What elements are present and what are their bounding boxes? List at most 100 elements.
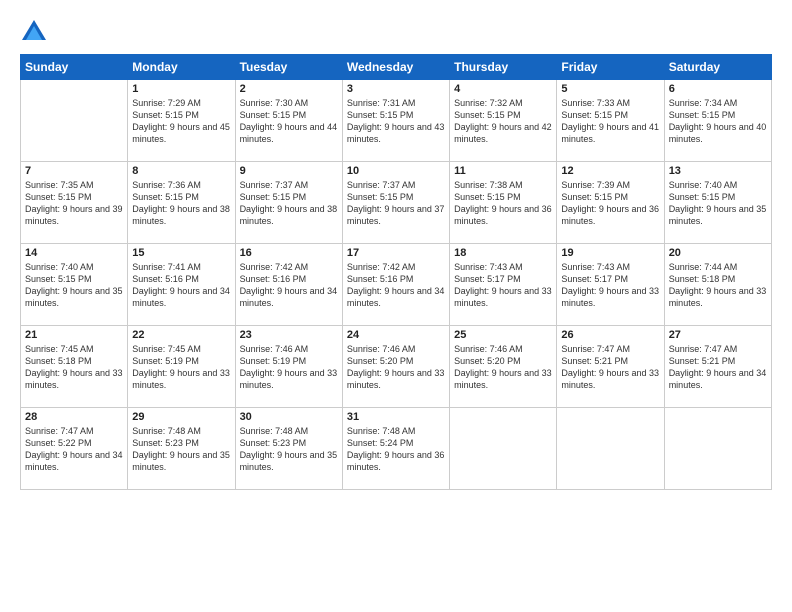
calendar-cell: 22Sunrise: 7:45 AM Sunset: 5:19 PM Dayli… (128, 326, 235, 408)
day-number: 30 (240, 411, 338, 423)
week-row-0: 1 Sunrise: 7:29 AM Sunset: 5:15 PM Daylig… (21, 80, 772, 162)
cell-info: Sunrise: 7:37 AM Sunset: 5:15 PM Dayligh… (240, 179, 338, 228)
calendar-cell: 12 Sunrise: 7:39 AM Sunset: 5:15 PM Dayli… (557, 162, 664, 244)
calendar-cell: 27 Sunrise: 7:47 AM Sunset: 5:21 PM Dayli… (664, 326, 771, 408)
calendar-cell: 28 Sunrise: 7:47 AM Sunset: 5:22 PM Dayli… (21, 408, 128, 490)
cell-info: Sunrise: 7:42 AM Sunset: 5:16 PM Dayligh… (347, 261, 445, 310)
calendar-cell: 17 Sunrise: 7:42 AM Sunset: 5:16 PM Dayli… (342, 244, 449, 326)
cell-info: Sunrise: 7:43 AM Sunset: 5:17 PM Dayligh… (561, 261, 659, 310)
day-number: 26 (561, 329, 659, 341)
day-header-friday: Friday (557, 55, 664, 80)
day-number: 7 (25, 165, 123, 177)
cell-info: Sunrise: 7:48 AM Sunset: 5:23 PM Dayligh… (132, 425, 230, 474)
day-number: 12 (561, 165, 659, 177)
calendar-cell: 8 Sunrise: 7:36 AM Sunset: 5:15 PM Daylig… (128, 162, 235, 244)
day-number: 13 (669, 165, 767, 177)
week-row-2: 14 Sunrise: 7:40 AM Sunset: 5:15 PM Dayli… (21, 244, 772, 326)
cell-info: Sunrise: 7:38 AM Sunset: 5:15 PM Dayligh… (454, 179, 552, 228)
calendar-cell: 19 Sunrise: 7:43 AM Sunset: 5:17 PM Dayli… (557, 244, 664, 326)
day-number: 19 (561, 247, 659, 259)
calendar-cell (664, 408, 771, 490)
calendar-header-row: SundayMondayTuesdayWednesdayThursdayFrid… (21, 55, 772, 80)
cell-info: Sunrise: 7:42 AM Sunset: 5:16 PM Dayligh… (240, 261, 338, 310)
day-number: 15 (132, 247, 230, 259)
day-number: 28 (25, 411, 123, 423)
cell-info: Sunrise: 7:46 AM Sunset: 5:20 PM Dayligh… (454, 343, 552, 392)
cell-info: Sunrise: 7:48 AM Sunset: 5:24 PM Dayligh… (347, 425, 445, 474)
day-number: 18 (454, 247, 552, 259)
cell-info: Sunrise: 7:30 AM Sunset: 5:15 PM Dayligh… (240, 97, 338, 146)
cell-info: Sunrise: 7:43 AM Sunset: 5:17 PM Dayligh… (454, 261, 552, 310)
cell-info: Sunrise: 7:47 AM Sunset: 5:21 PM Dayligh… (669, 343, 767, 392)
day-number: 4 (454, 83, 552, 95)
day-number: 17 (347, 247, 445, 259)
day-number: 11 (454, 165, 552, 177)
cell-info: Sunrise: 7:45 AM Sunset: 5:18 PM Dayligh… (25, 343, 123, 392)
day-number: 2 (240, 83, 338, 95)
day-number: 16 (240, 247, 338, 259)
day-number: 31 (347, 411, 445, 423)
week-row-4: 28 Sunrise: 7:47 AM Sunset: 5:22 PM Dayli… (21, 408, 772, 490)
day-header-sunday: Sunday (21, 55, 128, 80)
calendar-cell (557, 408, 664, 490)
calendar-cell: 25Sunrise: 7:46 AM Sunset: 5:20 PM Dayli… (450, 326, 557, 408)
cell-info: Sunrise: 7:40 AM Sunset: 5:15 PM Dayligh… (669, 179, 767, 228)
calendar-cell: 26Sunrise: 7:47 AM Sunset: 5:21 PM Dayli… (557, 326, 664, 408)
cell-info: Sunrise: 7:44 AM Sunset: 5:18 PM Dayligh… (669, 261, 767, 310)
day-header-wednesday: Wednesday (342, 55, 449, 80)
logo (20, 18, 52, 46)
day-number: 5 (561, 83, 659, 95)
day-number: 20 (669, 247, 767, 259)
day-number: 10 (347, 165, 445, 177)
cell-info: Sunrise: 7:29 AM Sunset: 5:15 PM Dayligh… (132, 97, 230, 146)
day-header-tuesday: Tuesday (235, 55, 342, 80)
calendar-cell: 2 Sunrise: 7:30 AM Sunset: 5:15 PM Daylig… (235, 80, 342, 162)
day-number: 1 (132, 83, 230, 95)
cell-info: Sunrise: 7:39 AM Sunset: 5:15 PM Dayligh… (561, 179, 659, 228)
cell-info: Sunrise: 7:41 AM Sunset: 5:16 PM Dayligh… (132, 261, 230, 310)
day-number: 3 (347, 83, 445, 95)
cell-info: Sunrise: 7:35 AM Sunset: 5:15 PM Dayligh… (25, 179, 123, 228)
day-header-thursday: Thursday (450, 55, 557, 80)
week-row-3: 21 Sunrise: 7:45 AM Sunset: 5:18 PM Dayli… (21, 326, 772, 408)
calendar-cell (450, 408, 557, 490)
calendar-cell: 10 Sunrise: 7:37 AM Sunset: 5:15 PM Dayli… (342, 162, 449, 244)
cell-info: Sunrise: 7:34 AM Sunset: 5:15 PM Dayligh… (669, 97, 767, 146)
page: SundayMondayTuesdayWednesdayThursdayFrid… (0, 0, 792, 612)
calendar-cell: 31 Sunrise: 7:48 AM Sunset: 5:24 PM Dayli… (342, 408, 449, 490)
day-number: 9 (240, 165, 338, 177)
calendar-cell: 7 Sunrise: 7:35 AM Sunset: 5:15 PM Daylig… (21, 162, 128, 244)
day-number: 22 (132, 329, 230, 341)
logo-icon (20, 18, 48, 46)
header (20, 18, 772, 46)
cell-info: Sunrise: 7:40 AM Sunset: 5:15 PM Dayligh… (25, 261, 123, 310)
cell-info: Sunrise: 7:36 AM Sunset: 5:15 PM Dayligh… (132, 179, 230, 228)
day-number: 29 (132, 411, 230, 423)
calendar-cell: 24Sunrise: 7:46 AM Sunset: 5:20 PM Dayli… (342, 326, 449, 408)
calendar-cell: 15 Sunrise: 7:41 AM Sunset: 5:16 PM Dayli… (128, 244, 235, 326)
calendar-cell: 9 Sunrise: 7:37 AM Sunset: 5:15 PM Daylig… (235, 162, 342, 244)
calendar-cell: 6 Sunrise: 7:34 AM Sunset: 5:15 PM Daylig… (664, 80, 771, 162)
day-number: 14 (25, 247, 123, 259)
day-number: 27 (669, 329, 767, 341)
calendar-cell: 18 Sunrise: 7:43 AM Sunset: 5:17 PM Dayli… (450, 244, 557, 326)
cell-info: Sunrise: 7:31 AM Sunset: 5:15 PM Dayligh… (347, 97, 445, 146)
day-number: 8 (132, 165, 230, 177)
cell-info: Sunrise: 7:48 AM Sunset: 5:23 PM Dayligh… (240, 425, 338, 474)
day-number: 24 (347, 329, 445, 341)
calendar-cell: 16 Sunrise: 7:42 AM Sunset: 5:16 PM Dayli… (235, 244, 342, 326)
cell-info: Sunrise: 7:47 AM Sunset: 5:22 PM Dayligh… (25, 425, 123, 474)
day-number: 23 (240, 329, 338, 341)
calendar-cell: 30 Sunrise: 7:48 AM Sunset: 5:23 PM Dayli… (235, 408, 342, 490)
calendar-cell: 23 Sunrise: 7:46 AM Sunset: 5:19 PM Dayli… (235, 326, 342, 408)
cell-info: Sunrise: 7:37 AM Sunset: 5:15 PM Dayligh… (347, 179, 445, 228)
calendar-cell: 13 Sunrise: 7:40 AM Sunset: 5:15 PM Dayli… (664, 162, 771, 244)
day-header-monday: Monday (128, 55, 235, 80)
calendar-cell: 29 Sunrise: 7:48 AM Sunset: 5:23 PM Dayli… (128, 408, 235, 490)
cell-info: Sunrise: 7:46 AM Sunset: 5:19 PM Dayligh… (240, 343, 338, 392)
calendar-cell: 20 Sunrise: 7:44 AM Sunset: 5:18 PM Dayli… (664, 244, 771, 326)
day-number: 6 (669, 83, 767, 95)
day-number: 21 (25, 329, 123, 341)
calendar-cell: 1 Sunrise: 7:29 AM Sunset: 5:15 PM Daylig… (128, 80, 235, 162)
calendar-cell (21, 80, 128, 162)
